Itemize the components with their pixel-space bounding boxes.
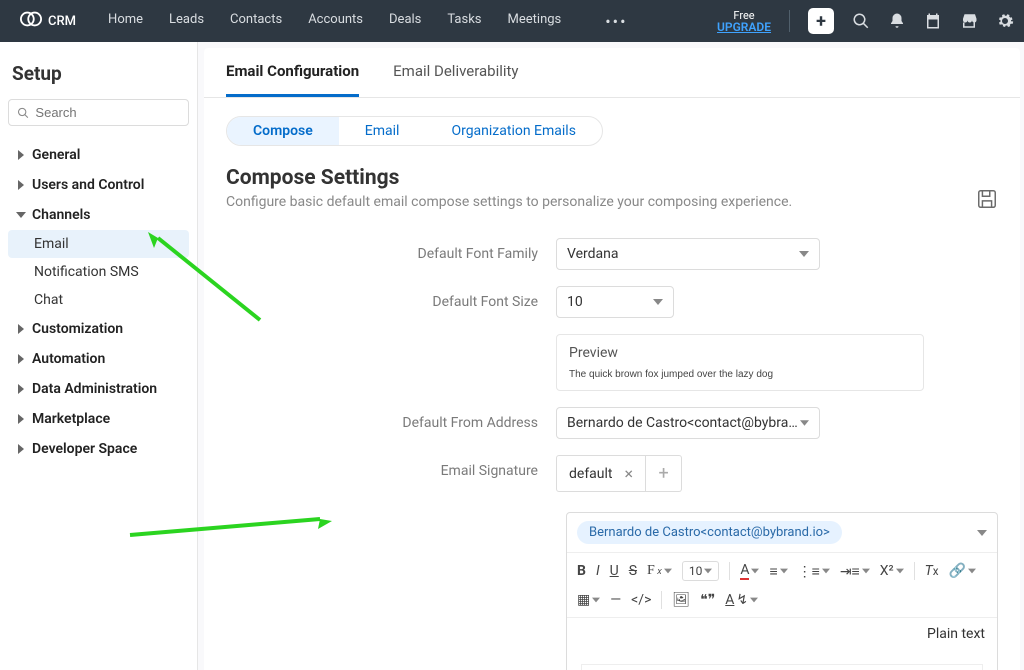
sidebar-item-users[interactable]: Users and Control	[8, 170, 189, 200]
quote-button[interactable]: ❝❞	[700, 592, 715, 608]
font-size-picker[interactable]: 10	[682, 561, 720, 581]
chevron-right-icon	[16, 150, 26, 160]
section-title: Compose Settings	[204, 152, 1020, 194]
separator	[789, 10, 790, 32]
close-icon[interactable]: ×	[625, 464, 634, 483]
sidebar-search[interactable]	[8, 99, 189, 126]
sidebar-title: Setup	[12, 62, 189, 85]
nav-home[interactable]: Home	[108, 12, 143, 31]
plain-text-toggle[interactable]: Plain text	[567, 618, 997, 650]
search-icon[interactable]	[852, 12, 870, 30]
clear-format-button[interactable]: Tx	[925, 563, 939, 579]
chevron-right-icon	[16, 414, 26, 424]
chevron-right-icon	[16, 444, 26, 454]
nav-tasks[interactable]: Tasks	[447, 12, 481, 31]
brand-text: CRM	[48, 14, 76, 29]
caret-down-icon	[799, 249, 809, 259]
nav-leads[interactable]: Leads	[169, 12, 204, 31]
annotation-arrow-2	[120, 505, 340, 549]
underline-button[interactable]: U	[610, 563, 619, 579]
label-from-address: Default From Address	[226, 415, 556, 431]
editor-toolbar: B I U S F𝑥 10 A ≡ ⋮≡ ⇥≡ X² Tx 🔗 ▦ — </> …	[567, 553, 997, 618]
nav-contacts[interactable]: Contacts	[230, 12, 282, 31]
upgrade-link[interactable]: UPGRADE	[717, 20, 771, 34]
select-font-family[interactable]: Verdana	[556, 238, 820, 270]
indent-button[interactable]: ⇥≡	[840, 563, 870, 580]
from-chip[interactable]: Bernardo de Castro<contact@bybrand.io>	[577, 521, 842, 544]
signature-tabs: default × +	[556, 455, 998, 492]
topnav-right: Free UPGRADE +	[717, 8, 1014, 34]
subtab-org-emails[interactable]: Organization Emails	[425, 117, 601, 145]
subtab-email[interactable]: Email	[339, 117, 426, 145]
text-color-button[interactable]: A	[740, 562, 759, 580]
sidebar-item-data-admin[interactable]: Data Administration	[8, 374, 189, 404]
secondary-tabs: Compose Email Organization Emails	[204, 98, 1020, 152]
signature-tab-default[interactable]: default ×	[556, 455, 646, 492]
preview-box: Preview The quick brown fox jumped over …	[556, 334, 924, 391]
list-button[interactable]: ⋮≡	[798, 563, 830, 580]
calendar-icon[interactable]	[924, 12, 942, 30]
nav-deals[interactable]: Deals	[389, 12, 421, 31]
subtab-compose[interactable]: Compose	[227, 117, 339, 145]
main-panel: Email Configuration Email Deliverability…	[204, 48, 1020, 670]
editor-from-row[interactable]: Bernardo de Castro<contact@bybrand.io>	[567, 513, 997, 553]
preview-head: Preview	[569, 345, 911, 361]
nav-meetings[interactable]: Meetings	[508, 12, 562, 31]
signature-preview: Bill & Potter Foundation We are a nonpro…	[581, 664, 983, 670]
table-button[interactable]: ▦	[577, 592, 600, 608]
link-button[interactable]: 🔗	[949, 563, 976, 579]
section-desc: Configure basic default email compose se…	[204, 194, 1020, 230]
label-email-signature: Email Signature	[226, 455, 556, 479]
chevron-down-icon	[16, 210, 26, 220]
sidebar-item-general[interactable]: General	[8, 140, 189, 170]
store-icon[interactable]	[960, 12, 978, 30]
trial-block: Free UPGRADE	[717, 10, 771, 33]
top-menu: Home Leads Contacts Accounts Deals Tasks…	[108, 12, 627, 31]
gear-icon[interactable]	[996, 12, 1014, 30]
caret-down-icon	[653, 297, 663, 307]
chevron-right-icon	[16, 354, 26, 364]
preview-text: The quick brown fox jumped over the lazy…	[569, 369, 911, 380]
nav-more-icon[interactable]: •••	[605, 12, 627, 31]
caret-down-icon	[800, 418, 809, 428]
chevron-right-icon	[16, 180, 26, 190]
code-button[interactable]: </>	[631, 592, 651, 608]
add-button[interactable]: +	[808, 8, 834, 34]
primary-tabs: Email Configuration Email Deliverability	[204, 48, 1020, 98]
style-button[interactable]: A↯	[725, 592, 758, 608]
sidebar-item-marketplace[interactable]: Marketplace	[8, 404, 189, 434]
add-signature-button[interactable]: +	[646, 455, 682, 492]
sidebar-search-input[interactable]	[35, 105, 180, 120]
italic-button[interactable]: I	[596, 563, 600, 579]
save-icon[interactable]	[976, 188, 998, 210]
nav-accounts[interactable]: Accounts	[308, 12, 363, 31]
top-nav: CRM Home Leads Contacts Accounts Deals T…	[0, 0, 1024, 42]
sidebar-item-developer[interactable]: Developer Space	[8, 434, 189, 464]
script-button[interactable]: X²	[880, 563, 904, 579]
chevron-right-icon	[16, 324, 26, 334]
sidebar-item-automation[interactable]: Automation	[8, 344, 189, 374]
strike-button[interactable]: S	[629, 563, 637, 579]
signature-editor: Bernardo de Castro<contact@bybrand.io> B…	[566, 512, 998, 670]
brand[interactable]: CRM	[10, 8, 86, 34]
tab-email-deliverability[interactable]: Email Deliverability	[393, 62, 518, 97]
sidebar: Setup General Users and Control Channels…	[0, 42, 198, 670]
chevron-right-icon	[16, 384, 26, 394]
brand-logo-icon	[20, 8, 42, 34]
caret-down-icon[interactable]	[977, 528, 987, 538]
bold-button[interactable]: B	[577, 563, 586, 579]
font-picker[interactable]: F𝑥	[647, 563, 672, 579]
hr-button[interactable]: —	[610, 592, 621, 608]
bell-icon[interactable]	[888, 12, 906, 30]
select-font-size[interactable]: 10	[556, 286, 674, 318]
align-button[interactable]: ≡	[769, 563, 787, 580]
search-icon	[17, 106, 29, 120]
tab-email-config[interactable]: Email Configuration	[226, 62, 359, 97]
select-from-address[interactable]: Bernardo de Castro<contact@bybrand.io>	[556, 407, 820, 439]
image-button[interactable]: 🖼	[672, 592, 690, 608]
annotation-arrow-1	[140, 220, 280, 344]
editor-body[interactable]: Bill & Potter Foundation We are a nonpro…	[567, 650, 997, 670]
